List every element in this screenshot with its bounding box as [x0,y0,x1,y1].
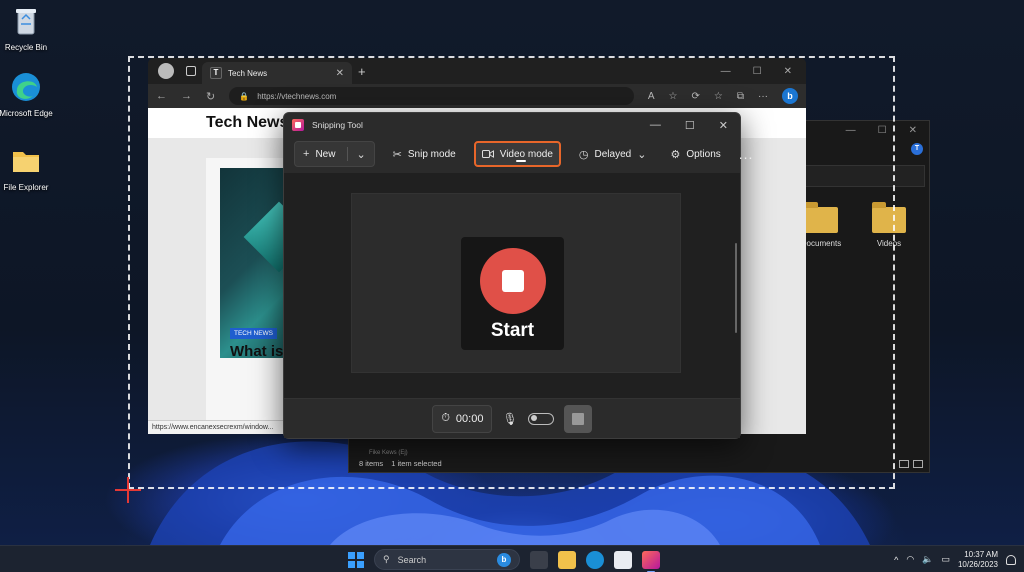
store-taskbar-icon[interactable] [614,550,632,569]
snip-titlebar: Snipping Tool — ☐ ✕ [284,113,740,137]
scissors-icon: ✂ [392,148,402,161]
teams-icon[interactable]: T [911,143,923,155]
microphone-toggle[interactable] [527,412,554,425]
window-title: Snipping Tool [312,120,363,130]
video-camera-icon [481,150,494,158]
start-recording-button[interactable]: Start [461,237,564,350]
taskbar: ⚲ Search b ^ ◠ 🔈 ▭ 10:37 AM 10/26/2023 [0,545,1024,572]
snipping-tool-icon [292,119,304,131]
record-icon [480,248,546,314]
start-label: Start [490,320,535,341]
notification-bell-icon[interactable] [1006,554,1016,565]
task-view-icon[interactable] [530,550,548,569]
snipping-tool-taskbar-icon[interactable] [642,550,660,572]
new-button[interactable]: + New ⌄ [294,141,375,167]
recording-controls: ⏱ 00:00 🎙 [284,398,740,438]
taskbar-apps: ⚲ Search b [348,548,660,572]
clock-icon: ◷ [578,148,589,161]
snipping-tool-window[interactable]: Snipping Tool — ☐ ✕ + New ⌄ ✂ Snip mode … [283,112,752,439]
snip-window-controls: — ☐ ✕ [650,119,740,132]
more-options-icon[interactable]: ... [739,146,768,162]
edge-taskbar-icon[interactable] [586,550,604,569]
snip-mode-button[interactable]: ✂ Snip mode [387,141,462,167]
desktop-icon-edge[interactable]: Microsoft Edge [0,70,56,118]
chevron-up-icon[interactable]: ^ [894,555,898,565]
crosshair-cursor-icon [115,477,141,503]
stop-button[interactable] [563,404,592,433]
volume-icon[interactable]: 🔈 [922,554,933,565]
close-icon[interactable]: ✕ [719,119,728,132]
snip-canvas: Start [284,173,740,399]
stopwatch-icon: ⏱ [441,412,450,424]
scrollbar[interactable] [735,243,737,333]
details-view-icon[interactable] [899,460,909,468]
desktop-icon-file-explorer[interactable]: File Explorer [0,144,56,192]
battery-icon[interactable]: ▭ [941,554,950,565]
gear-icon: ⚙ [670,148,681,161]
desktop-icon-recycle-bin[interactable]: Recycle Bin [0,4,56,52]
divider [347,147,349,161]
maximize-icon[interactable]: ☐ [685,119,695,132]
system-tray: ^ ◠ 🔈 ▭ 10:37 AM 10/26/2023 [894,548,1016,571]
tiles-view-icon[interactable] [913,460,923,468]
file-explorer-taskbar-icon[interactable] [558,550,576,569]
windows-start-icon[interactable] [348,551,364,568]
delayed-button[interactable]: ◷ Delayed ⌄ [573,141,653,167]
folder-icon [13,152,39,172]
search-icon: ⚲ [383,554,390,564]
video-mode-button[interactable]: Video mode [473,141,561,167]
snip-toolbar: + New ⌄ ✂ Snip mode Video mode ◷ Delayed… [284,139,752,169]
chevron-down-icon: ⌄ [637,148,647,161]
recording-preview: Start [351,193,681,373]
microphone-icon[interactable]: 🎙 [502,412,517,426]
view-toggle [899,460,923,468]
taskbar-search[interactable]: ⚲ Search b [374,549,520,570]
chevron-down-icon[interactable]: ⌄ [356,148,365,161]
options-button[interactable]: ⚙ Options [664,141,726,167]
wifi-icon[interactable]: ◠ [906,554,914,565]
edge-icon [12,73,40,101]
plus-icon: + [303,148,310,160]
minimize-icon[interactable]: — [650,119,661,132]
close-icon[interactable]: ✕ [909,125,917,136]
bing-icon[interactable]: b [497,552,511,567]
recycle-bin-icon [16,9,36,35]
clock[interactable]: 10:37 AM 10/26/2023 [958,550,998,570]
recording-timer: ⏱ 00:00 [432,404,493,433]
